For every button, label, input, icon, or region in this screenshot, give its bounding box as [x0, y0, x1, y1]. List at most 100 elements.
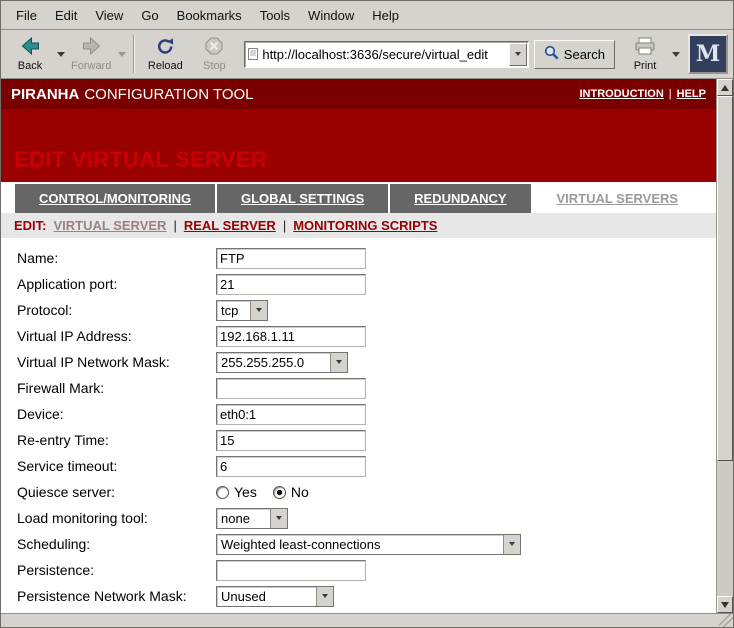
radio-option-no[interactable]: No	[273, 484, 309, 500]
subnav-link-real-server[interactable]: REAL SERVER	[184, 218, 276, 233]
header-link-help[interactable]: HELP	[677, 88, 706, 100]
re-entry-time-input[interactable]	[216, 430, 366, 451]
scrollbar-down-button[interactable]	[717, 596, 733, 613]
form-row-device: Device:	[17, 401, 716, 427]
form-row-application-port: Application port:	[17, 271, 716, 297]
persistence-input[interactable]	[216, 560, 366, 581]
url-dropdown-button[interactable]	[509, 43, 527, 66]
scrollbar-up-button[interactable]	[717, 79, 733, 96]
radio-option-yes[interactable]: Yes	[216, 484, 257, 500]
tab-global-settings[interactable]: GLOBAL SETTINGS	[217, 184, 388, 213]
form-row-virtual-ip-network-mask: Virtual IP Network Mask:255.255.255.0	[17, 349, 716, 375]
selected-value: tcp	[217, 301, 250, 320]
dropdown-arrow-icon[interactable]	[316, 587, 333, 606]
field-label-application-port: Application port:	[17, 276, 216, 292]
vertical-scrollbar[interactable]	[716, 79, 733, 613]
dropdown-arrow-icon[interactable]	[330, 353, 347, 372]
virtual-server-form: Name:Application port:Protocol:tcpVirtua…	[1, 238, 716, 613]
print-dropdown[interactable]	[670, 32, 681, 76]
name-input[interactable]	[216, 248, 366, 269]
protocol-select[interactable]: tcp	[216, 300, 268, 321]
separator: |	[173, 218, 176, 233]
scheduling-select[interactable]: Weighted least-connections	[216, 534, 521, 555]
virtual-ip-network-mask-select[interactable]: 255.255.255.0	[216, 352, 348, 373]
stop-label: Stop	[203, 60, 226, 72]
field-control-name	[216, 248, 366, 269]
menu-tools[interactable]: Tools	[251, 4, 299, 27]
tab-control-monitoring[interactable]: CONTROL/MONITORING	[15, 184, 215, 213]
selected-value: none	[217, 509, 270, 528]
dropdown-caret-icon	[118, 52, 126, 57]
field-label-device: Device:	[17, 406, 216, 422]
arrow-down-icon	[721, 602, 729, 608]
field-label-persistence: Persistence:	[17, 562, 216, 578]
field-control-service-timeout	[216, 456, 366, 477]
menu-file[interactable]: File	[7, 4, 46, 27]
forward-button[interactable]: Forward	[67, 31, 115, 77]
resize-grip[interactable]	[719, 614, 733, 627]
device-input[interactable]	[216, 404, 366, 425]
page-title: EDIT VIRTUAL SERVER	[14, 147, 267, 173]
subnav-link-monitoring-scripts[interactable]: MONITORING SCRIPTS	[293, 218, 437, 233]
menu-view[interactable]: View	[86, 4, 132, 27]
forward-dropdown[interactable]	[116, 32, 127, 76]
header-link-introduction[interactable]: INTRODUCTION	[579, 88, 663, 100]
selected-value: 255.255.255.0	[217, 353, 330, 372]
reload-button[interactable]: Reload	[141, 31, 189, 77]
stop-button[interactable]: Stop	[190, 31, 238, 77]
subnav-link-virtual-server[interactable]: VIRTUAL SERVER	[54, 218, 167, 233]
menu-window[interactable]: Window	[299, 4, 363, 27]
selected-value: Unused	[217, 587, 316, 606]
form-row-service-timeout: Service timeout:	[17, 453, 716, 479]
status-bar	[1, 613, 733, 627]
page-content: PIRANHACONFIGURATION TOOL INTRODUCTION|H…	[1, 79, 716, 613]
scrollbar-track[interactable]	[717, 96, 733, 596]
brand-strong: PIRANHA	[11, 86, 79, 103]
virtual-ip-address-input[interactable]	[216, 326, 366, 347]
field-label-scheduling: Scheduling:	[17, 536, 216, 552]
tab-label: CONTROL/MONITORING	[39, 191, 191, 206]
field-label-firewall-mark: Firewall Mark:	[17, 380, 216, 396]
menu-go[interactable]: Go	[132, 4, 167, 27]
tab-virtual-servers[interactable]: VIRTUAL SERVERS	[533, 184, 703, 213]
radio-icon[interactable]	[216, 486, 229, 499]
dropdown-caret-icon	[515, 52, 521, 56]
service-timeout-input[interactable]	[216, 456, 366, 477]
application-port-input[interactable]	[216, 274, 366, 295]
menu-edit[interactable]: Edit	[46, 4, 86, 27]
dropdown-arrow-icon[interactable]	[270, 509, 287, 528]
back-dropdown[interactable]	[55, 32, 66, 76]
persistence-network-mask-select[interactable]: Unused	[216, 586, 334, 607]
field-control-virtual-ip-address	[216, 326, 366, 347]
url-input[interactable]	[258, 47, 508, 62]
scrollbar-thumb[interactable]	[717, 96, 733, 461]
search-icon	[544, 45, 559, 63]
dropdown-arrow-icon[interactable]	[250, 301, 267, 320]
dropdown-arrow-icon[interactable]	[503, 535, 520, 554]
form-row-persistence: Persistence:	[17, 557, 716, 583]
radio-icon[interactable]	[273, 486, 286, 499]
mozilla-logo[interactable]: M	[688, 34, 728, 74]
field-control-persistence	[216, 560, 366, 581]
back-button[interactable]: Back	[6, 31, 54, 77]
radio-label-yes: Yes	[234, 484, 257, 500]
menu-help[interactable]: Help	[363, 4, 408, 27]
menu-bookmarks[interactable]: Bookmarks	[168, 4, 251, 27]
form-row-load-monitoring-tool: Load monitoring tool:none	[17, 505, 716, 531]
radio-label-no: No	[291, 484, 309, 500]
search-label: Search	[564, 47, 605, 62]
search-button[interactable]: Search	[534, 40, 615, 69]
forward-label: Forward	[71, 60, 111, 72]
print-button[interactable]: Print	[621, 31, 669, 77]
field-label-protocol: Protocol:	[17, 302, 216, 318]
load-monitoring-tool-select[interactable]: none	[216, 508, 288, 529]
url-bar[interactable]	[244, 41, 528, 68]
menu-bar: FileEditViewGoBookmarksToolsWindowHelp	[1, 1, 733, 30]
form-row-firewall-mark: Firewall Mark:	[17, 375, 716, 401]
reload-label: Reload	[148, 60, 183, 72]
back-icon	[20, 37, 41, 58]
firewall-mark-input[interactable]	[216, 378, 366, 399]
form-row-virtual-ip-address: Virtual IP Address:	[17, 323, 716, 349]
tab-redundancy[interactable]: REDUNDANCY	[390, 184, 530, 213]
tab-label: REDUNDANCY	[414, 191, 506, 206]
